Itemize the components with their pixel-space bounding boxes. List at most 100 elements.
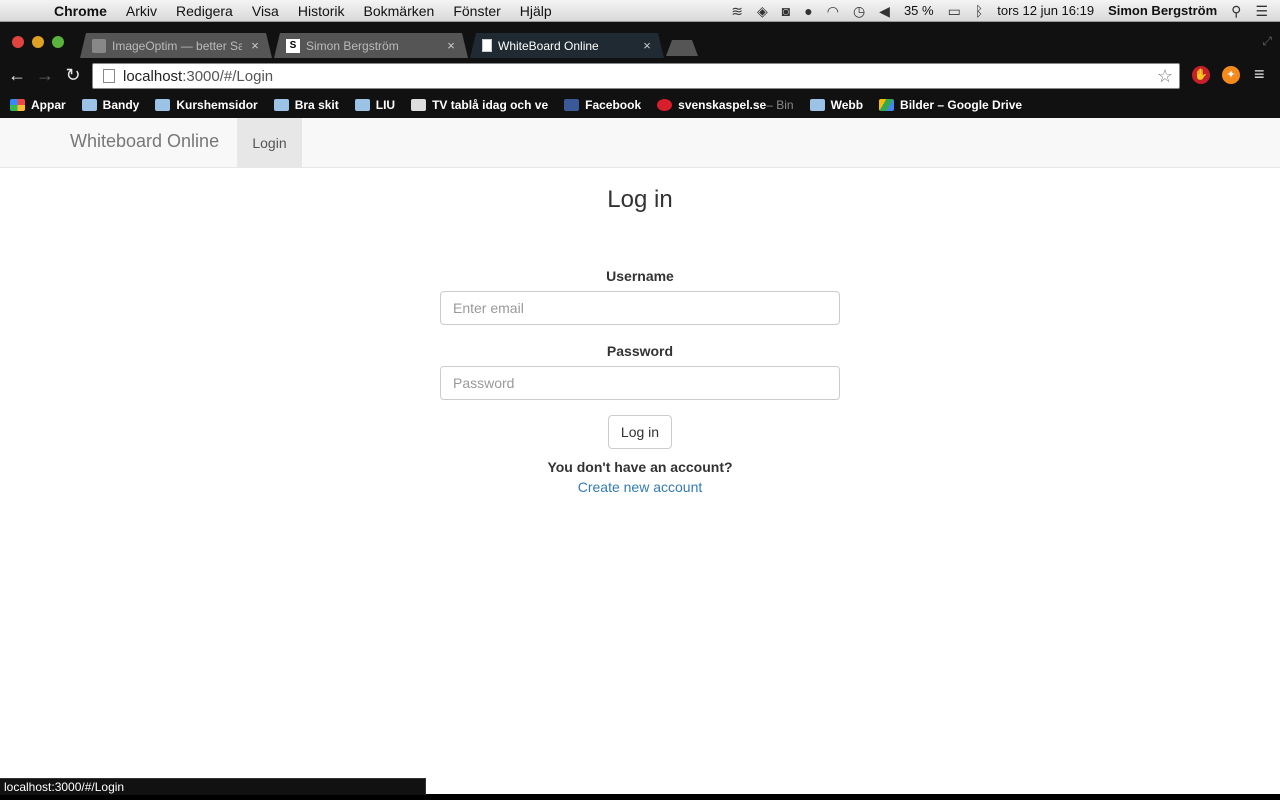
bookmark-label: Bra skit — [294, 98, 339, 112]
bookmark-bra-skit[interactable]: Bra skit — [273, 98, 339, 112]
address-host: localhost — [123, 67, 183, 85]
bookmark-label: LIU — [375, 98, 396, 112]
folder-icon — [273, 99, 289, 111]
window-bottom-edge — [0, 795, 1280, 800]
tab-title: Simon Bergström — [306, 38, 399, 53]
bookmark-bandy[interactable]: Bandy — [81, 98, 140, 112]
zoom-window-button[interactable] — [52, 36, 64, 48]
folder-icon — [809, 99, 825, 111]
bookmark-appar[interactable]: Appar — [10, 98, 66, 112]
svenskaspel-icon — [657, 99, 673, 111]
bookmark-svenskaspel[interactable]: svenskaspel.se – Bin — [657, 98, 794, 112]
browser-status-bar: localhost:3000/#/Login — [0, 778, 426, 795]
imageoptim-favicon-icon — [92, 39, 106, 53]
login-button[interactable]: Log in — [607, 415, 673, 449]
bookmark-label: Webb — [830, 98, 864, 112]
wifi-icon[interactable]: ◠ — [827, 0, 839, 22]
menu-arkiv[interactable]: Arkiv — [126, 0, 157, 22]
web-page: Whiteboard Online Login Log in Username … — [0, 118, 1280, 794]
bluetooth-icon[interactable]: ᛒ — [975, 0, 983, 22]
tab-strip: ImageOptim — better Save × S Simon Bergs… — [0, 22, 1280, 58]
bookmark-label: Kurshemsidor — [176, 98, 258, 112]
adblock-extension-icon[interactable]: ✋ — [1192, 66, 1210, 84]
nav-login-link[interactable]: Login — [237, 118, 302, 168]
login-form: Log in Username Password Log in You don'… — [440, 168, 840, 497]
menu-redigera[interactable]: Redigera — [176, 0, 233, 22]
time-machine-icon[interactable]: ◷ — [853, 0, 865, 22]
bookmark-tv-tabla[interactable]: TV tablå idag och ve — [411, 98, 548, 112]
bookmark-label: Facebook — [585, 98, 642, 112]
folder-icon — [354, 99, 370, 111]
notification-center-icon[interactable]: ☰ — [1255, 0, 1268, 22]
menu-chrome[interactable]: Chrome — [54, 0, 107, 22]
menu-fonster[interactable]: Fönster — [453, 0, 500, 22]
page-favicon-icon — [482, 39, 492, 52]
site-navbar: Whiteboard Online Login — [0, 118, 1280, 168]
bookmark-google-drive[interactable]: Bilder – Google Drive — [879, 98, 1022, 112]
menu-historik[interactable]: Historik — [298, 0, 345, 22]
user-menu[interactable]: Simon Bergström — [1108, 0, 1217, 22]
hat-icon[interactable]: ● — [804, 0, 812, 22]
password-input[interactable] — [440, 366, 840, 400]
address-path: :3000/#/Login — [182, 67, 274, 85]
firebug-extension-icon[interactable]: ✦ — [1222, 66, 1240, 84]
no-account-text: You don't have an account? — [547, 459, 733, 475]
tab-close-icon[interactable]: × — [248, 38, 262, 53]
bookmark-star-icon[interactable]: ☆ — [1157, 66, 1173, 87]
bookmark-label: Bilder – Google Drive — [900, 98, 1023, 112]
volume-icon[interactable]: ◀ — [879, 0, 890, 22]
menu-status-area: ≋ ◈ ◙ ● ◠ ◷ ◀ 35 % ▭ ᛒ tors 12 jun 16:19… — [717, 0, 1280, 22]
folder-icon — [155, 99, 171, 111]
dropbox-icon[interactable]: ◈ — [757, 0, 768, 22]
minimize-window-button[interactable] — [32, 36, 44, 48]
tab-title: ImageOptim — better Save — [112, 38, 242, 53]
bookmark-label-suffix: – Bin — [766, 98, 794, 112]
page-icon — [103, 69, 115, 83]
spotlight-search-icon[interactable]: ⚲ — [1231, 0, 1241, 22]
tab-imageoptim[interactable]: ImageOptim — better Save × — [80, 33, 272, 58]
timer-icon[interactable]: ◙ — [782, 0, 790, 22]
google-drive-icon — [879, 99, 895, 111]
create-account-link[interactable]: Create new account — [578, 477, 703, 497]
bookmark-label: svenskaspel.se — [678, 98, 767, 112]
menu-visa[interactable]: Visa — [252, 0, 279, 22]
close-window-button[interactable] — [12, 36, 24, 48]
folder-icon — [81, 99, 97, 111]
bookmark-kurshemsidor[interactable]: Kurshemsidor — [155, 98, 258, 112]
bookmark-liu[interactable]: LIU — [354, 98, 396, 112]
bookmark-webb[interactable]: Webb — [809, 98, 864, 112]
chrome-menu-icon[interactable]: ≡ — [1254, 64, 1265, 85]
page-title: Log in — [607, 186, 673, 213]
clock[interactable]: tors 12 jun 16:19 — [997, 0, 1094, 22]
facebook-icon — [564, 99, 580, 111]
menu-bokmarken[interactable]: Bokmärken — [364, 0, 435, 22]
browser-toolbar: ← → ↻ localhost :3000/#/Login ☆ ✋ ✦ ≡ — [0, 58, 1280, 92]
macos-menu-bar: Chrome Arkiv Redigera Visa Historik Bokm… — [0, 0, 1280, 22]
apps-grid-icon — [10, 99, 25, 111]
menu-hjalp[interactable]: Hjälp — [520, 0, 552, 22]
wifi-share-icon[interactable]: ≋ — [731, 0, 743, 22]
battery-icon[interactable]: ▭ — [948, 0, 961, 22]
username-label: Username — [606, 268, 674, 284]
site-brand[interactable]: Whiteboard Online — [70, 131, 219, 152]
tab-title: WhiteBoard Online — [498, 38, 599, 53]
new-tab-button[interactable] — [666, 40, 698, 56]
bookmark-label: Bandy — [102, 98, 140, 112]
back-arrow-icon[interactable]: ← — [6, 64, 28, 86]
forward-arrow-icon[interactable]: → — [34, 64, 56, 86]
bookmark-facebook[interactable]: Facebook — [564, 98, 641, 112]
bookmark-label: TV tablå idag och ve — [432, 98, 549, 112]
tab-simon-bergstrom[interactable]: S Simon Bergström × — [274, 33, 468, 58]
tab-close-icon[interactable]: × — [444, 38, 458, 53]
fullscreen-icon[interactable]: ⤢ — [1262, 34, 1272, 49]
tab-close-icon[interactable]: × — [640, 38, 654, 53]
reload-icon[interactable]: ↻ — [62, 64, 84, 86]
tab-whiteboard-online[interactable]: WhiteBoard Online × — [470, 33, 664, 58]
battery-percent[interactable]: 35 % — [904, 0, 934, 22]
username-input[interactable] — [440, 291, 840, 325]
squarespace-favicon-icon: S — [286, 39, 300, 53]
tv-icon — [411, 99, 427, 111]
address-bar[interactable]: localhost :3000/#/Login ☆ — [92, 63, 1180, 89]
bookmarks-bar: Appar Bandy Kurshemsidor Bra skit LIU TV… — [0, 92, 1280, 118]
password-label: Password — [606, 343, 674, 359]
